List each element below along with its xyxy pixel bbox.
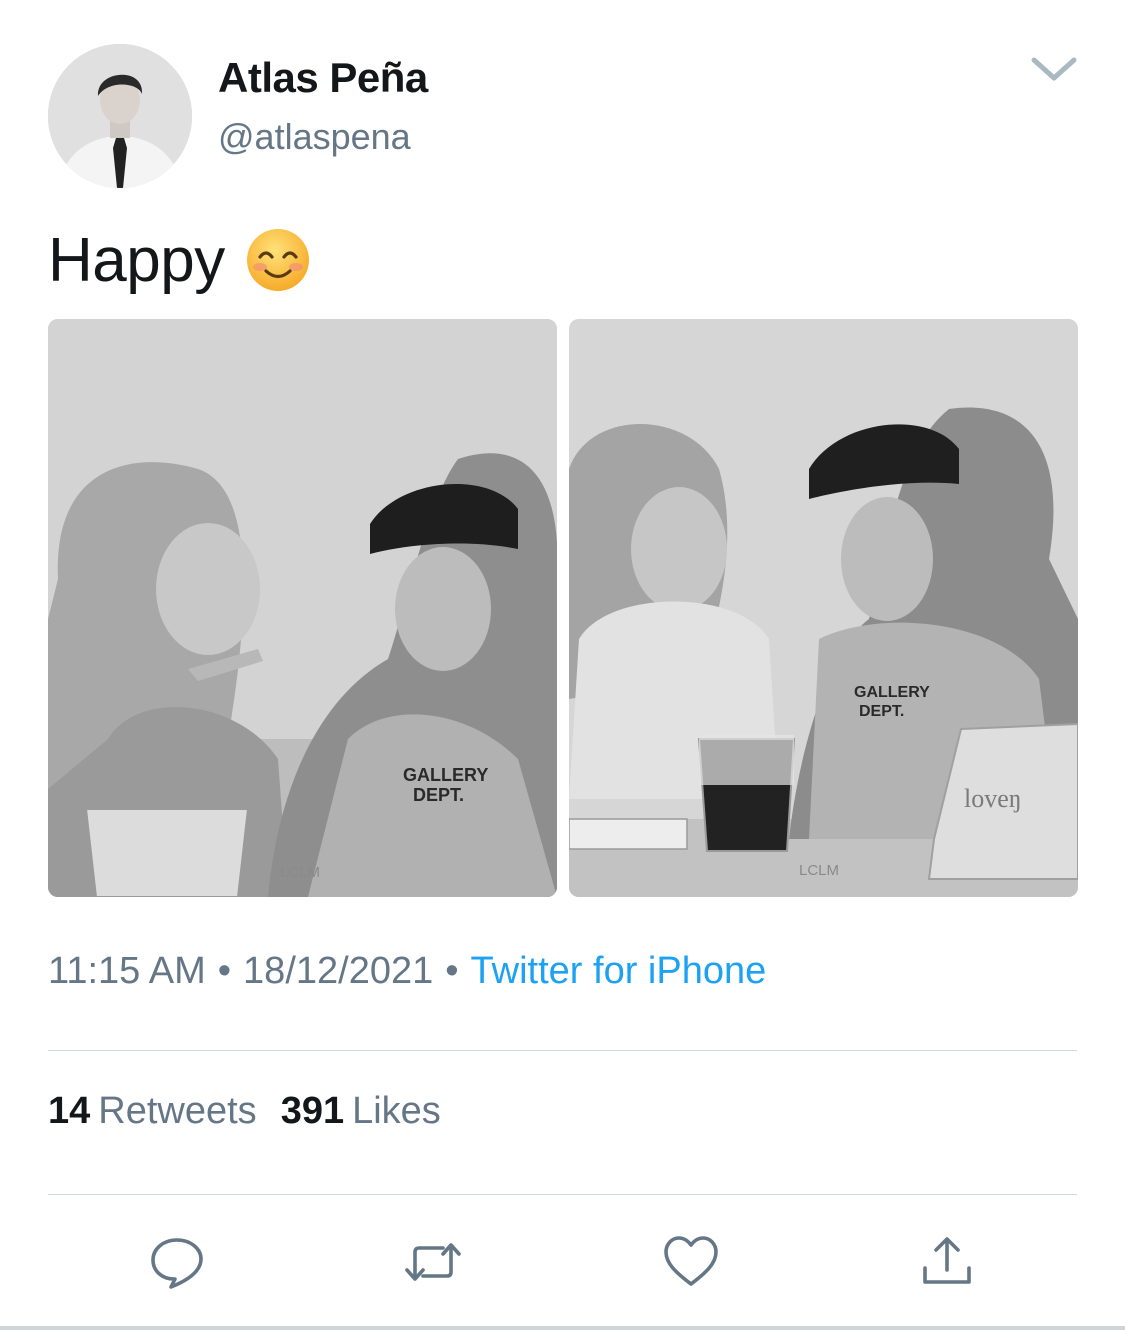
likes-label: Likes bbox=[352, 1090, 441, 1132]
meta-separator: • bbox=[445, 950, 459, 992]
shirt-text-line-2: DEPT. bbox=[859, 703, 904, 720]
reply-button[interactable] bbox=[147, 1232, 207, 1292]
likes-count: 391 bbox=[280, 1090, 345, 1132]
meta-separator: • bbox=[217, 950, 232, 992]
media-photo-1[interactable]: GALLERY DEPT. LCLM bbox=[48, 319, 557, 897]
avatar-photo bbox=[48, 44, 192, 188]
like-button[interactable] bbox=[661, 1232, 721, 1292]
smiling-face-with-smiling-eyes-icon bbox=[245, 227, 311, 293]
chevron-down-icon[interactable] bbox=[1028, 52, 1080, 88]
shirt-text-line-1: GALLERY bbox=[403, 765, 488, 785]
watermark: LCLM bbox=[799, 862, 839, 879]
retweets-stat[interactable]: 14 Retweets bbox=[48, 1090, 257, 1132]
reply-icon bbox=[151, 1238, 203, 1289]
tweet-text-container: Happy bbox=[48, 220, 311, 300]
cup-text: loveŋ bbox=[964, 784, 1022, 813]
user-handle[interactable]: @atlaspena bbox=[218, 116, 411, 158]
bottom-divider bbox=[0, 1326, 1125, 1330]
likes-stat[interactable]: 391 Likes bbox=[281, 1090, 441, 1132]
watermark: LCLM bbox=[280, 864, 320, 881]
retweet-icon bbox=[405, 1243, 461, 1281]
tweet-meta: 11:15 AM • 18/12/2021 • Twitter for iPhone bbox=[48, 950, 766, 993]
shirt-text-line-1: GALLERY bbox=[854, 684, 930, 701]
divider bbox=[48, 1050, 1077, 1051]
retweets-label: Retweets bbox=[98, 1090, 257, 1132]
display-name[interactable]: Atlas Peña bbox=[218, 54, 428, 102]
share-button[interactable] bbox=[917, 1232, 977, 1292]
media-photo-2[interactable]: GALLERY DEPT. loveŋ LCLM bbox=[569, 319, 1078, 897]
share-icon bbox=[923, 1237, 971, 1284]
media-grid: GALLERY DEPT. LCLM GALLERY DEPT. loveŋ L… bbox=[48, 319, 1078, 897]
shirt-text-line-2: DEPT. bbox=[413, 785, 464, 805]
like-icon bbox=[664, 1236, 718, 1286]
tweet-source-link[interactable]: Twitter for iPhone bbox=[471, 950, 767, 992]
action-bar bbox=[0, 1232, 1125, 1292]
tweet-time[interactable]: 11:15 AM bbox=[48, 950, 206, 992]
divider bbox=[48, 1194, 1077, 1195]
avatar[interactable] bbox=[48, 44, 192, 188]
tweet-text: Happy bbox=[48, 225, 225, 295]
tweet-date[interactable]: 18/12/2021 bbox=[243, 950, 433, 992]
tweet-stats: 14 Retweets 391 Likes bbox=[48, 1090, 441, 1133]
retweets-count: 14 bbox=[48, 1090, 91, 1132]
retweet-button[interactable] bbox=[403, 1232, 463, 1292]
